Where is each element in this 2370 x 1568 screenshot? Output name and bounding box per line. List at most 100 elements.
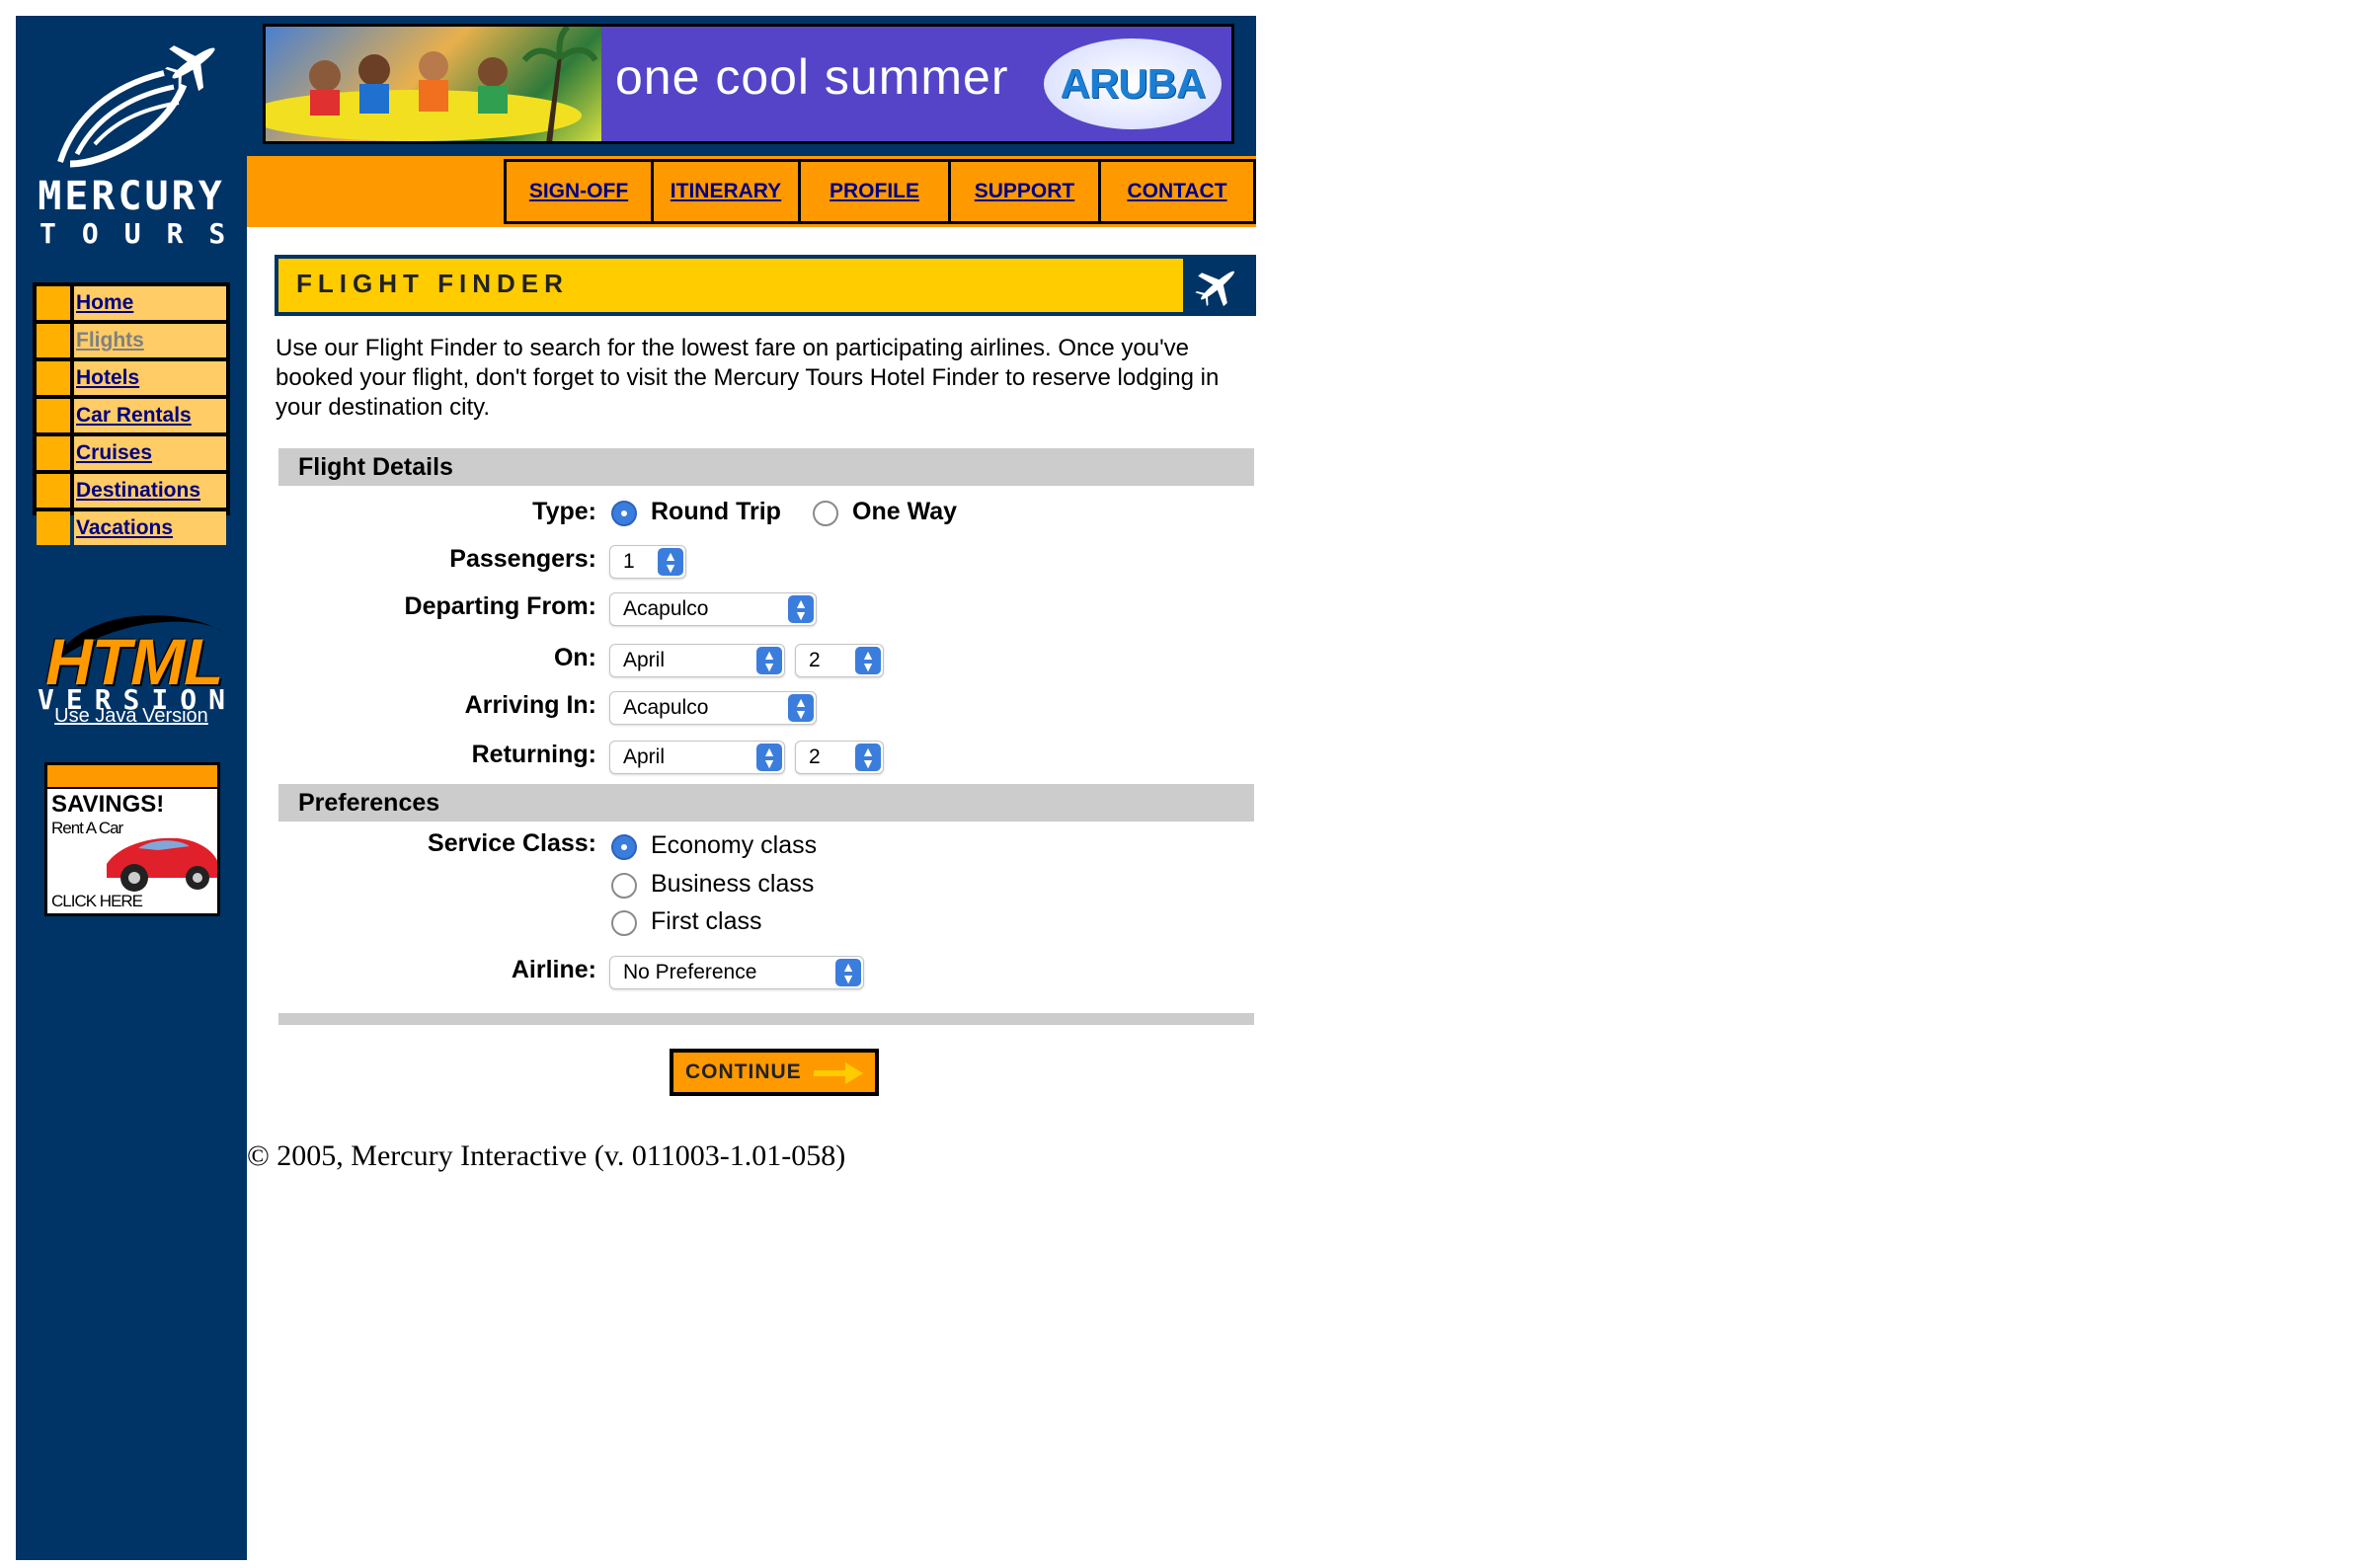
- nav-itinerary-link[interactable]: ITINERARY: [671, 180, 781, 203]
- nav-itinerary[interactable]: ITINERARY: [651, 159, 801, 224]
- savings-ad-bar: [47, 765, 217, 789]
- first-class-label[interactable]: First class: [651, 907, 762, 936]
- airline-label: Airline:: [511, 956, 596, 983]
- sidebar-item-destinations[interactable]: Destinations: [37, 474, 226, 508]
- sidebar-item-cruises[interactable]: Cruises: [37, 436, 226, 470]
- red-car-icon: [107, 837, 217, 892]
- chevron-up-down-icon: ▲ ▼: [658, 548, 683, 576]
- arriving-in-label: Arriving In:: [464, 691, 596, 719]
- html-version-badge: HTML VERSION: [16, 592, 247, 721]
- brand-subname: TOURS: [40, 217, 252, 250]
- departing-day-select[interactable]: 2 ▲ ▼: [795, 644, 884, 677]
- returning-label: Returning:: [471, 741, 596, 768]
- sidebar-item-label[interactable]: Flights: [76, 329, 144, 352]
- sidebar-item-label[interactable]: Home: [76, 291, 133, 314]
- banner-photo: [266, 27, 601, 141]
- flight-finder-header: FLIGHT FINDER: [275, 255, 1256, 316]
- sidebar-menu: Home Flights Hotels Car Rentals Cruises Desti…: [33, 282, 230, 545]
- service-class-label: Service Class:: [428, 829, 596, 857]
- departing-from-select[interactable]: Acapulco ▲ ▼: [609, 592, 817, 626]
- savings-ad[interactable]: SAVINGS! Rent A Car CLICK HERE: [44, 762, 220, 916]
- brand-name: MERCURY: [38, 174, 225, 219]
- savings-ad-title: SAVINGS!: [51, 791, 165, 818]
- aruba-badge: ARUBA: [1044, 39, 1222, 129]
- sidebar-item-label[interactable]: Hotels: [76, 366, 139, 389]
- airplane-icon: [1195, 271, 1235, 307]
- one-way-radio[interactable]: [813, 501, 838, 526]
- arriving-in-value: Acapulco: [623, 696, 709, 719]
- business-class-label[interactable]: Business class: [651, 870, 814, 899]
- sidebar-item-cell: Hotels: [74, 361, 226, 395]
- returning-month-select[interactable]: April ▲ ▼: [609, 741, 785, 774]
- sidebar-item-label[interactable]: Car Rentals: [76, 404, 192, 427]
- java-version-link-text[interactable]: Use Java Version: [54, 705, 208, 727]
- airline-select[interactable]: No Preference ▲ ▼: [609, 956, 864, 989]
- chevron-up-down-icon: ▲ ▼: [788, 595, 814, 623]
- java-version-link[interactable]: Use Java Version: [16, 705, 247, 728]
- flight-details-heading: Flight Details: [298, 453, 453, 481]
- passengers-select[interactable]: 1 ▲ ▼: [609, 545, 686, 579]
- sidebar-item-label[interactable]: Destinations: [76, 479, 200, 502]
- sidebar-item-marker: [37, 324, 70, 357]
- airline-value: No Preference: [623, 961, 757, 983]
- passengers-label: Passengers:: [449, 545, 596, 573]
- sidebar-item-marker: [37, 399, 70, 432]
- passengers-value: 1: [623, 550, 635, 573]
- aruba-badge-text: ARUBA: [1060, 60, 1207, 107]
- page-title: FLIGHT FINDER: [296, 269, 569, 298]
- chevron-up-down-icon: ▲ ▼: [855, 647, 881, 674]
- banner-ad[interactable]: one cool summer ARUBA: [247, 16, 1256, 156]
- sidebar-item-label[interactable]: Cruises: [76, 441, 152, 464]
- sidebar-item-marker: [37, 474, 70, 508]
- sidebar-item-label[interactable]: Vacations: [76, 516, 173, 539]
- plane-badge: [1183, 259, 1252, 312]
- sidebar-item-home[interactable]: Home: [37, 286, 226, 320]
- economy-class-label[interactable]: Economy class: [651, 831, 817, 860]
- nav-profile[interactable]: PROFILE: [798, 159, 951, 224]
- business-class-radio[interactable]: [611, 873, 637, 899]
- sidebar-item-marker: [37, 436, 70, 470]
- round-trip-radio[interactable]: [611, 501, 637, 526]
- departing-from-label: Departing From:: [404, 592, 596, 620]
- economy-class-radio[interactable]: [611, 834, 637, 860]
- sidebar-item-hotels[interactable]: Hotels: [37, 361, 226, 395]
- sidebar-item-marker: [37, 361, 70, 395]
- preferences-bar: Preferences: [278, 784, 1254, 822]
- nav-contact[interactable]: CONTACT: [1098, 159, 1256, 224]
- round-trip-label[interactable]: Round Trip: [651, 498, 781, 526]
- sidebar-item-vacations[interactable]: Vacations: [37, 511, 226, 545]
- banner-frame: one cool summer ARUBA: [263, 24, 1234, 144]
- sidebar-item-car-rentals[interactable]: Car Rentals: [37, 399, 226, 432]
- sidebar-item-marker: [37, 511, 70, 545]
- sidebar-item-cell: Home: [74, 286, 226, 320]
- chevron-up-down-icon: ▲ ▼: [855, 744, 881, 771]
- departing-from-value: Acapulco: [623, 597, 709, 620]
- first-class-radio[interactable]: [611, 910, 637, 936]
- preferences-heading: Preferences: [298, 789, 440, 817]
- nav-support-link[interactable]: SUPPORT: [975, 180, 1075, 203]
- sidebar: MERCURY TOURS Home Flights Hotels Car Renta…: [16, 16, 247, 1560]
- chevron-up-down-icon: ▲ ▼: [788, 694, 814, 722]
- nav-sign-off[interactable]: SIGN-OFF: [504, 159, 654, 224]
- sidebar-item-flights[interactable]: Flights: [37, 324, 226, 357]
- returning-day-select[interactable]: 2 ▲ ▼: [795, 741, 884, 774]
- arriving-in-select[interactable]: Acapulco ▲ ▼: [609, 691, 817, 725]
- copyright-footer: © 2005, Mercury Interactive (v. 011003-1…: [247, 1139, 846, 1172]
- continue-button[interactable]: CONTINUE: [670, 1049, 879, 1096]
- type-label: Type:: [532, 498, 596, 525]
- mercury-tours-logo[interactable]: MERCURY TOURS: [16, 16, 247, 253]
- nav-support[interactable]: SUPPORT: [948, 159, 1101, 224]
- departing-month-select[interactable]: April ▲ ▼: [609, 644, 785, 677]
- nav-sign-off-link[interactable]: SIGN-OFF: [529, 180, 628, 203]
- arrow-right-icon: [814, 1062, 863, 1084]
- nav-contact-link[interactable]: CONTACT: [1127, 180, 1226, 203]
- nav-profile-link[interactable]: PROFILE: [830, 180, 919, 203]
- sidebar-item-cell: Vacations: [74, 511, 226, 545]
- departing-day-value: 2: [809, 649, 821, 671]
- savings-ad-cta: CLICK HERE: [51, 892, 143, 910]
- chevron-up-down-icon: ▲ ▼: [835, 959, 861, 986]
- sidebar-item-cell: Cruises: [74, 436, 226, 470]
- form-divider: [278, 1013, 1254, 1025]
- one-way-label[interactable]: One Way: [852, 498, 957, 526]
- banner-tagline: one cool summer: [615, 49, 1009, 105]
